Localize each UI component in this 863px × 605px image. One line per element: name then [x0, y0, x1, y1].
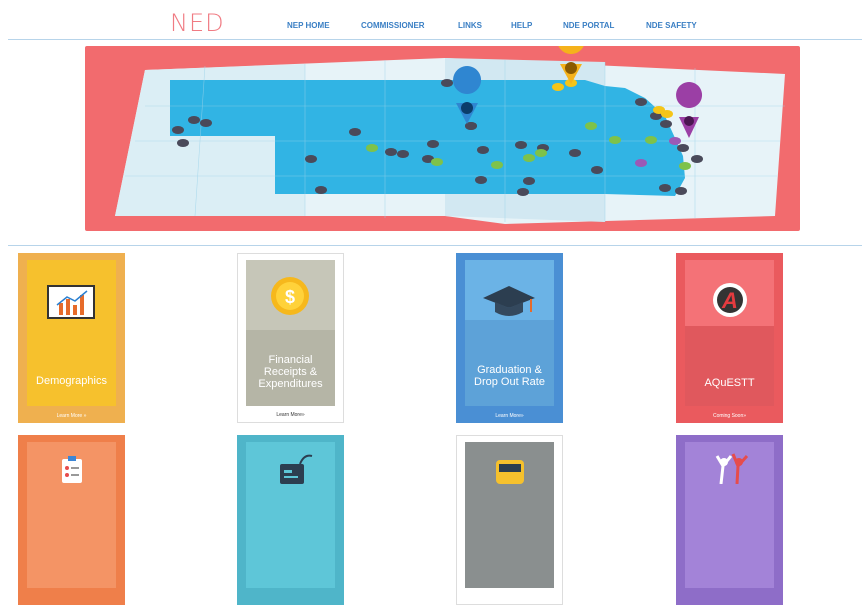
section-divider: [8, 245, 862, 246]
clipboard-icon: [61, 456, 83, 484]
row2-card-2[interactable]: [237, 435, 344, 605]
main-nav: NEP HOME COMMISSIONER LINKS HELP NDE POR…: [0, 21, 863, 35]
aquestt-card[interactable]: A AQuESTT Coming Soon»: [676, 253, 783, 423]
bar-chart-icon: [47, 285, 97, 323]
demographics-learn-more[interactable]: Learn More »: [18, 413, 125, 419]
nav-nde-safety[interactable]: NDE SAFETY: [646, 21, 697, 30]
hero-map-banner: [85, 46, 800, 231]
school-bus-icon: [495, 458, 525, 484]
header-divider: [8, 39, 862, 40]
graduation-card[interactable]: Graduation & Drop Out Rate Learn More»: [456, 253, 563, 423]
people-celebrating-icon: [711, 450, 751, 485]
nav-help[interactable]: HELP: [511, 21, 532, 30]
row2-card-4[interactable]: [676, 435, 783, 605]
row2-card-1-panel: [27, 442, 116, 588]
nav-nde-portal[interactable]: NDE PORTAL: [563, 21, 614, 30]
nav-links[interactable]: LINKS: [458, 21, 482, 30]
aquestt-card-shadow: [685, 326, 774, 406]
demographics-card-panel: Demographics: [27, 260, 116, 406]
svg-text:A: A: [721, 288, 738, 313]
demographics-title: Demographics: [36, 375, 107, 387]
row2-card-4-panel: [685, 442, 774, 588]
svg-text:$: $: [285, 287, 295, 307]
aquestt-coming-soon[interactable]: Coming Soon»: [676, 413, 783, 419]
nebraska-map-illustration: [115, 46, 785, 224]
graduation-card-shadow: [465, 320, 554, 406]
financial-learn-more[interactable]: Learn More»: [238, 412, 343, 418]
graduation-title: Graduation & Drop Out Rate: [474, 364, 545, 388]
demographics-card[interactable]: Demographics Learn More »: [18, 253, 125, 423]
nav-nep-home[interactable]: NEP HOME: [287, 21, 330, 30]
aquestt-title: AQuESTT: [704, 377, 755, 389]
row2-card-3-panel: [465, 442, 554, 588]
financial-card[interactable]: $ Financial Receipts & Expenditures Lear…: [237, 253, 344, 423]
id-card-icon: [278, 450, 314, 484]
graduation-card-panel: Graduation & Drop Out Rate: [465, 260, 554, 406]
graduation-learn-more[interactable]: Learn More»: [456, 413, 563, 419]
dollar-coin-icon: $: [270, 276, 310, 316]
aquestt-card-panel: A AQuESTT: [685, 260, 774, 406]
nav-commissioner[interactable]: COMMISSIONER: [361, 21, 425, 30]
row2-card-1[interactable]: [18, 435, 125, 605]
financial-card-panel: $ Financial Receipts & Expenditures: [246, 260, 335, 406]
aquestt-logo-icon: A: [712, 282, 748, 318]
row2-card-2-panel: [246, 442, 335, 588]
row2-card-3[interactable]: [456, 435, 563, 605]
graduation-cap-icon: [481, 282, 537, 318]
financial-title: Financial Receipts & Expenditures: [258, 354, 323, 390]
